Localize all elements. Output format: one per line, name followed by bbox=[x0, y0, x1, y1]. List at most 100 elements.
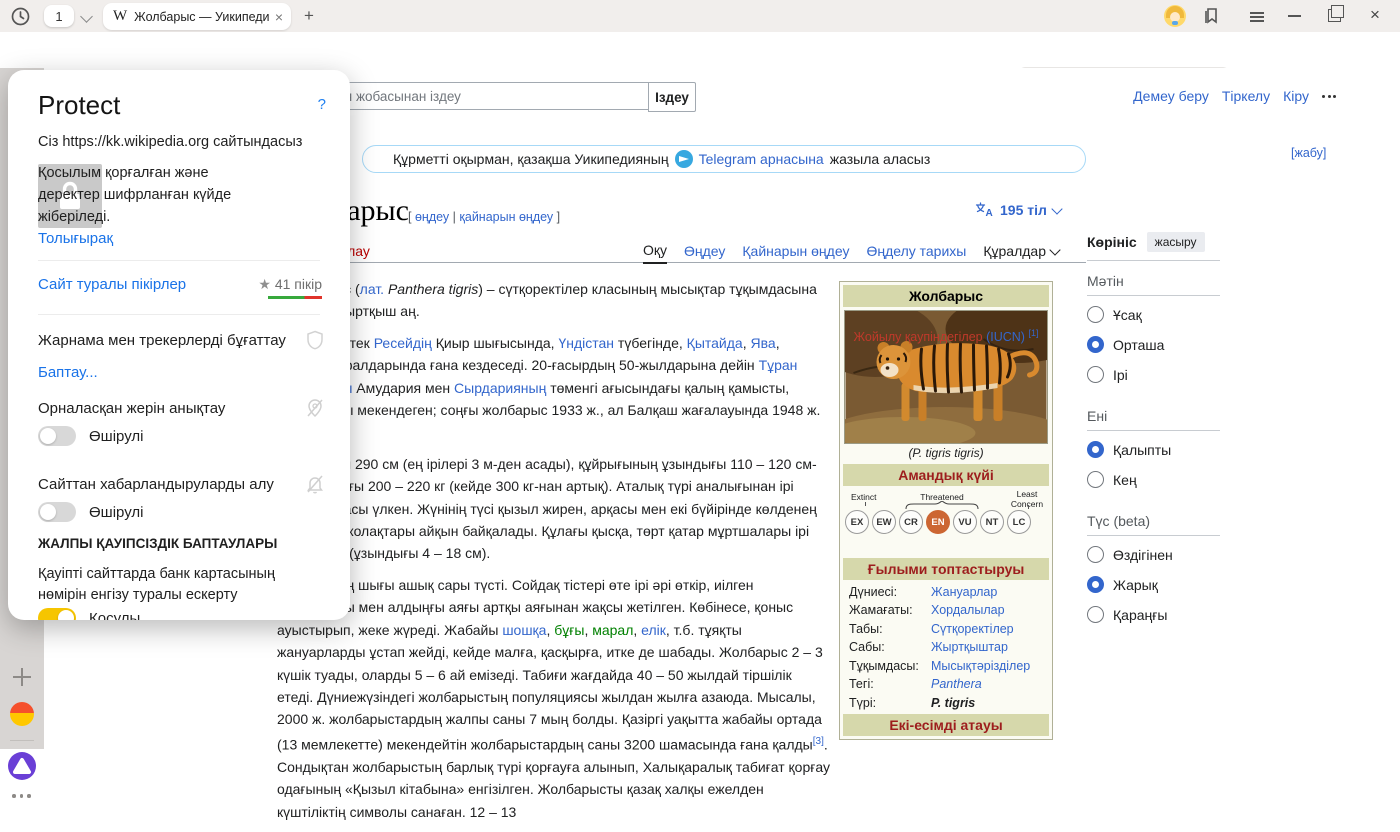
appearance-section-label: Мәтін bbox=[1087, 261, 1220, 296]
appearance-option-Қараңғы[interactable]: Қараңғы bbox=[1087, 606, 1220, 623]
taxonomy-value[interactable]: Сүтқоректілер bbox=[931, 622, 1014, 636]
radio-icon[interactable] bbox=[1087, 606, 1104, 623]
article-link[interactable]: шошқа bbox=[502, 622, 546, 638]
reference-link[interactable]: [1] bbox=[1028, 328, 1038, 338]
edit-source-link[interactable]: қайнарын өңдеу bbox=[459, 210, 553, 224]
location-state: Өшірулі bbox=[89, 427, 144, 445]
alice-assistant-icon[interactable] bbox=[8, 752, 36, 780]
article-paragraph: Бауырының шығы ашық сары түсті. Сойдақ т… bbox=[277, 574, 830, 823]
bookmarks-panel-icon[interactable] bbox=[1203, 7, 1221, 30]
location-label: Орналасқан жерін анықтау bbox=[38, 400, 226, 417]
telegram-banner: Құрметті оқырман, қазақша Уикипедияның T… bbox=[362, 145, 1086, 173]
history-clock-icon[interactable] bbox=[8, 4, 32, 28]
appearance-option-Жарық[interactable]: Жарық bbox=[1087, 576, 1220, 593]
conservation-scale: Extinct Threatened Least Concern EX EW CR E… bbox=[843, 489, 1049, 556]
taxonomy-value[interactable]: Panthera bbox=[931, 677, 982, 691]
taxonomy-rank: Дүниесі: bbox=[849, 584, 898, 599]
bankcard-toggle[interactable] bbox=[38, 608, 76, 620]
language-selector[interactable]: A 195 тіл bbox=[975, 202, 1063, 218]
taxonomy-value[interactable]: Хордалылар bbox=[931, 603, 1005, 617]
notifications-toggle-row: Өшірулі bbox=[38, 502, 143, 522]
appearance-option-label: Қараңғы bbox=[1113, 606, 1168, 623]
radio-icon[interactable] bbox=[1087, 576, 1104, 593]
appearance-option-Ірі[interactable]: Ірі bbox=[1087, 366, 1220, 383]
adblock-setup-link[interactable]: Баптау... bbox=[38, 364, 98, 381]
iucn-link[interactable]: (IUCN) bbox=[986, 330, 1025, 344]
article-link[interactable]: Сырдарияның bbox=[454, 380, 546, 396]
appearance-option-Қалыпты[interactable]: Қалыпты bbox=[1087, 441, 1220, 458]
article-link[interactable]: Ява bbox=[751, 335, 776, 351]
banner-close-link[interactable]: [жабу] bbox=[1291, 146, 1326, 160]
minimize-button[interactable] bbox=[1288, 15, 1301, 17]
rating-bar bbox=[268, 296, 322, 299]
header-more-icon[interactable] bbox=[1322, 94, 1336, 98]
yandex-services-icon[interactable] bbox=[10, 702, 34, 726]
new-tab-button[interactable]: + bbox=[299, 6, 319, 26]
radio-icon[interactable] bbox=[1087, 336, 1104, 353]
tab-Өңдеу[interactable]: Өңдеу bbox=[684, 243, 725, 263]
article-link[interactable]: лат. bbox=[360, 281, 384, 297]
status-circle-LC[interactable]: LC bbox=[1007, 510, 1031, 534]
appearance-hide-button[interactable]: жасыру bbox=[1146, 232, 1205, 252]
radio-icon[interactable] bbox=[1087, 366, 1104, 383]
radio-icon[interactable] bbox=[1087, 546, 1104, 563]
register-link[interactable]: Тіркелу bbox=[1222, 88, 1270, 104]
login-link[interactable]: Кіру bbox=[1283, 88, 1309, 104]
article-link[interactable]: Үндістан bbox=[558, 335, 614, 351]
taxonomy-row: Тегі: Panthera bbox=[849, 677, 1047, 691]
radio-icon[interactable] bbox=[1087, 306, 1104, 323]
article-text: , bbox=[633, 621, 642, 638]
article-text: Қиыр шығысында, bbox=[431, 334, 559, 351]
taxonomy-value[interactable]: Жыртқыштар bbox=[931, 640, 1008, 654]
status-circle-CR[interactable]: CR bbox=[899, 510, 923, 534]
article-link[interactable]: марал bbox=[592, 622, 633, 638]
reference-link[interactable]: [3] bbox=[813, 736, 824, 747]
tab-Қайнарын өңдеу[interactable]: Қайнарын өңдеу bbox=[742, 243, 849, 263]
appearance-option-Орташа[interactable]: Орташа bbox=[1087, 336, 1220, 353]
article-link[interactable]: Қытайда bbox=[687, 335, 743, 351]
more-details-link[interactable]: Толығырақ bbox=[38, 230, 113, 247]
maximize-button[interactable] bbox=[1328, 5, 1344, 22]
appearance-option-Өздігінен[interactable]: Өздігінен bbox=[1087, 546, 1220, 563]
appearance-option-Кең[interactable]: Кең bbox=[1087, 471, 1220, 488]
tab-Өңделу тарихы[interactable]: Өңделу тарихы bbox=[866, 243, 966, 263]
active-tab[interactable]: W Жолбарыс — Уикипеди × bbox=[103, 3, 291, 30]
search-button[interactable]: Іздеу bbox=[648, 82, 696, 112]
scale-least-concern-label: Least Concern bbox=[1010, 489, 1044, 509]
radio-icon[interactable] bbox=[1087, 471, 1104, 488]
appearance-section-label: Түс (beta) bbox=[1087, 501, 1220, 536]
rail-add-icon[interactable] bbox=[13, 668, 31, 686]
status-circle-EW[interactable]: EW bbox=[872, 510, 896, 534]
protect-help-link[interactable]: ? bbox=[318, 96, 326, 113]
taxonomy-rank: Түрі: bbox=[849, 695, 877, 710]
status-circle-NT[interactable]: NT bbox=[980, 510, 1004, 534]
tab-Құралдар[interactable]: Құралдар bbox=[983, 243, 1061, 263]
tab-Оқу[interactable]: Оқу bbox=[642, 242, 667, 264]
status-circle-EN[interactable]: EN bbox=[926, 510, 950, 534]
taxonomy-value[interactable]: Жануарлар bbox=[931, 585, 997, 599]
article-link[interactable]: елік bbox=[641, 622, 666, 638]
status-circle-EX[interactable]: EX bbox=[845, 510, 869, 534]
taxonomy-value[interactable]: Мысықтәрізділер bbox=[931, 659, 1030, 673]
close-window-button[interactable]: × bbox=[1364, 4, 1386, 26]
appearance-option-Ұсақ[interactable]: Ұсақ bbox=[1087, 306, 1220, 323]
article-link[interactable]: бұғы bbox=[554, 622, 584, 638]
taxonomy-table: Дүниесі: Жануарлар Жамағаты: Хордалылар Табы… bbox=[849, 585, 1047, 710]
tab-counter-button[interactable]: 1 bbox=[44, 5, 74, 27]
tab-list-chevron-icon[interactable] bbox=[80, 10, 93, 23]
tab-close-icon[interactable]: × bbox=[275, 10, 283, 24]
menu-icon[interactable] bbox=[1250, 10, 1264, 24]
donate-link[interactable]: Демеу беру bbox=[1133, 88, 1209, 104]
article-link[interactable]: Ресейдің bbox=[374, 335, 432, 351]
notifications-toggle[interactable] bbox=[38, 502, 76, 522]
rail-more-icon[interactable] bbox=[12, 794, 32, 798]
profile-avatar[interactable] bbox=[1164, 5, 1186, 27]
radio-icon[interactable] bbox=[1087, 441, 1104, 458]
site-reviews-link[interactable]: Сайт туралы пікірлер bbox=[38, 276, 186, 293]
status-circle-VU[interactable]: VU bbox=[953, 510, 977, 534]
conservation-status-line: Жойылу қаупіндегілер (IUCN) [1] bbox=[853, 328, 1039, 345]
edit-link[interactable]: өңдеу bbox=[415, 210, 449, 224]
location-toggle[interactable] bbox=[38, 426, 76, 446]
infobox-title: Жолбарыс bbox=[843, 285, 1049, 307]
telegram-link[interactable]: Telegram арнасына bbox=[699, 151, 824, 167]
